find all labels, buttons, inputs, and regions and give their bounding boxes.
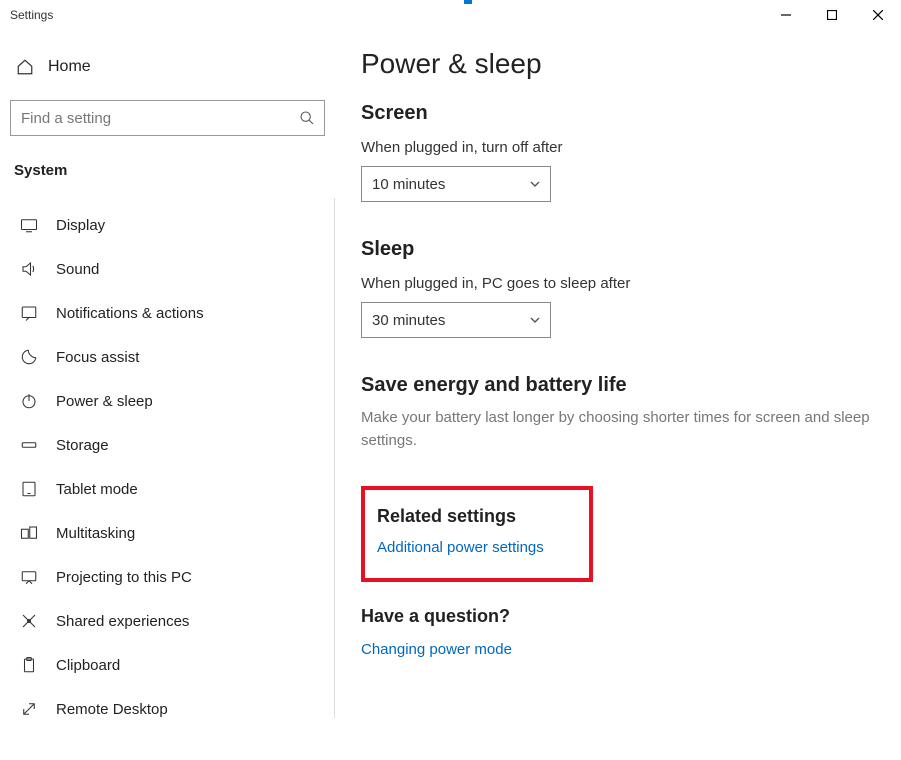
sidebar-item-sound[interactable]: Sound [10,247,325,291]
content-area: Power & sleep Screen When plugged in, tu… [335,30,901,760]
close-button[interactable] [855,0,901,30]
sidebar: Home System Display Sound Notifications … [0,30,335,760]
sleep-timeout-value: 30 minutes [372,312,445,329]
sidebar-item-label: Storage [56,437,109,454]
sleep-timeout-dropdown[interactable]: 30 minutes [361,302,551,338]
chevron-down-icon [530,179,540,189]
additional-power-settings-link[interactable]: Additional power settings [377,539,577,556]
sidebar-separator [334,198,335,718]
sound-icon [20,260,38,278]
clipboard-icon [20,656,38,674]
question-heading: Have a question? [361,606,871,627]
sidebar-item-storage[interactable]: Storage [10,423,325,467]
multitasking-icon [20,524,38,542]
page-title: Power & sleep [361,48,871,80]
screen-timeout-value: 10 minutes [372,176,445,193]
storage-icon [20,436,38,454]
sidebar-category: System [10,154,325,199]
sidebar-item-notifications[interactable]: Notifications & actions [10,291,325,335]
home-icon [16,58,34,76]
sidebar-item-label: Shared experiences [56,613,189,630]
sidebar-item-focus-assist[interactable]: Focus assist [10,335,325,379]
sidebar-home-label: Home [48,58,91,76]
search-wrap [10,100,325,136]
sidebar-item-label: Remote Desktop [56,701,168,718]
sidebar-item-label: Tablet mode [56,481,138,498]
sidebar-item-shared-experiences[interactable]: Shared experiences [10,599,325,643]
search-input[interactable] [10,100,325,136]
remote-desktop-icon [20,700,38,718]
related-settings-heading: Related settings [377,506,577,527]
screen-timeout-dropdown[interactable]: 10 minutes [361,166,551,202]
sidebar-home[interactable]: Home [10,50,325,84]
changing-power-mode-link[interactable]: Changing power mode [361,641,871,658]
sidebar-nav: Display Sound Notifications & actions Fo… [10,203,325,731]
sidebar-item-label: Sound [56,261,99,278]
save-energy-text: Make your battery last longer by choosin… [361,407,871,452]
sleep-label: When plugged in, PC goes to sleep after [361,275,871,292]
chevron-down-icon [530,315,540,325]
titlebar: Settings [0,0,901,30]
related-settings-highlight: Related settings Additional power settin… [361,486,593,582]
sidebar-item-projecting[interactable]: Projecting to this PC [10,555,325,599]
search-icon [299,110,315,126]
accent-indicator [464,0,472,4]
sleep-heading: Sleep [361,238,871,261]
sidebar-item-label: Clipboard [56,657,120,674]
power-icon [20,392,38,410]
tablet-icon [20,480,38,498]
display-icon [20,216,38,234]
sidebar-item-label: Multitasking [56,525,135,542]
sidebar-item-power-sleep[interactable]: Power & sleep [10,379,325,423]
sidebar-item-tablet-mode[interactable]: Tablet mode [10,467,325,511]
notifications-icon [20,304,38,322]
focus-assist-icon [20,348,38,366]
sidebar-item-display[interactable]: Display [10,203,325,247]
titlebar-controls [763,0,901,30]
screen-heading: Screen [361,102,871,125]
window-title: Settings [10,8,53,22]
sidebar-item-multitasking[interactable]: Multitasking [10,511,325,555]
screen-label: When plugged in, turn off after [361,139,871,156]
sidebar-item-label: Focus assist [56,349,139,366]
save-energy-heading: Save energy and battery life [361,374,871,397]
sidebar-item-remote-desktop[interactable]: Remote Desktop [10,687,325,731]
sidebar-item-label: Power & sleep [56,393,153,410]
sidebar-item-label: Display [56,217,105,234]
minimize-button[interactable] [763,0,809,30]
sidebar-item-label: Notifications & actions [56,305,204,322]
question-block: Have a question? Changing power mode [361,606,871,658]
shared-experiences-icon [20,612,38,630]
maximize-button[interactable] [809,0,855,30]
projecting-icon [20,568,38,586]
sidebar-item-clipboard[interactable]: Clipboard [10,643,325,687]
sidebar-item-label: Projecting to this PC [56,569,192,586]
